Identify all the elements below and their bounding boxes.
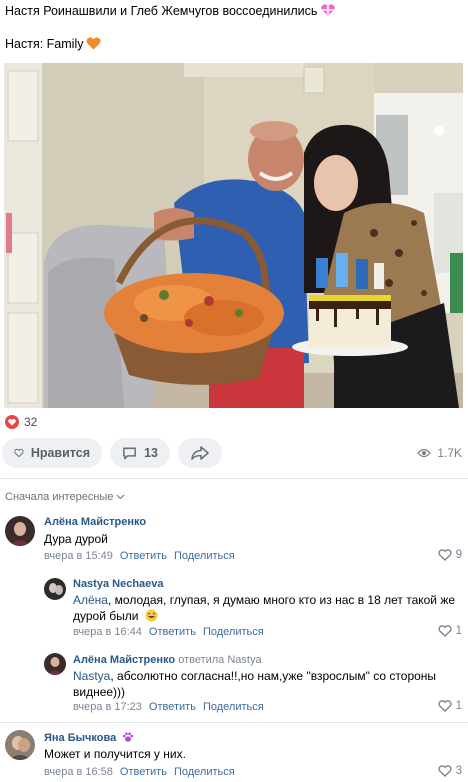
comment-text-line1: , молодая, глупая, я думаю много кто из … <box>107 593 456 607</box>
reply-link[interactable]: Ответить <box>149 626 196 638</box>
orange-heart-icon <box>86 37 101 53</box>
comment-like-count: 1 <box>455 700 462 712</box>
share-icon <box>191 446 209 460</box>
comment-meta: вчера в 17:23 Ответить Поделиться <box>73 701 264 713</box>
post-text-line1: Настя Роинашвили и Глеб Жемчугов воссоед… <box>5 4 336 20</box>
heart-filled-icon <box>5 415 19 429</box>
avatar[interactable] <box>5 516 35 546</box>
chevron-down-icon <box>116 494 125 500</box>
post-photo[interactable] <box>4 63 463 408</box>
avatar[interactable] <box>5 730 35 760</box>
sort-label: Сначала интересные <box>5 491 114 503</box>
post-actions: Нравится 13 <box>2 438 222 468</box>
comment-like-count: 3 <box>455 765 462 777</box>
comments-sort-dropdown[interactable]: Сначала интересные <box>5 491 125 503</box>
like-label: Нравится <box>30 446 90 460</box>
comment-like-count: 1 <box>455 625 462 637</box>
comment-mention[interactable]: Алёна <box>73 593 108 607</box>
comment-text: Может и получится у них. <box>44 747 186 761</box>
comment-author-name[interactable]: Яна Бычкова <box>44 732 116 744</box>
comment-time: вчера в 16:44 <box>73 626 142 638</box>
comment-time: вчера в 15:49 <box>44 550 113 562</box>
comment-text-line1: , абсолютно согласна!!,но нам,уже "взрос… <box>110 669 437 683</box>
comment-like-button[interactable]: 1 <box>438 700 462 712</box>
comment-author[interactable]: Алёна Майстренко ответила Nastya <box>73 654 262 666</box>
gift-heart-icon <box>320 4 336 20</box>
avatar[interactable] <box>44 578 66 600</box>
likes-summary[interactable]: 32 <box>5 415 37 429</box>
comment-meta: вчера в 16:58 Ответить Поделиться <box>44 766 235 778</box>
comment-text: Nastya, абсолютно согласна!!,но нам,уже … <box>73 668 459 700</box>
comment-author[interactable]: Алёна Майстренко <box>44 516 146 528</box>
comment-author-name[interactable]: Алёна Майстренко <box>73 654 175 666</box>
comment-text-line2: дурой были <box>73 609 139 623</box>
views-count: 1.7K <box>437 446 462 460</box>
post-text-line2: Настя: Family <box>5 37 101 53</box>
comment-like-button[interactable]: 1 <box>438 625 462 637</box>
comment-icon <box>123 447 136 459</box>
share-button[interactable] <box>178 438 222 468</box>
comment-text: Дура дурой <box>44 532 108 546</box>
share-link[interactable]: Поделиться <box>203 626 264 638</box>
heart-outline-icon <box>438 625 452 637</box>
comment-meta: вчера в 15:49 Ответить Поделиться <box>44 550 235 562</box>
divider <box>0 478 468 479</box>
comment-author[interactable]: Яна Бычкова <box>44 731 134 746</box>
comment-like-count: 9 <box>455 549 462 561</box>
avatar[interactable] <box>44 653 66 675</box>
paw-icon <box>122 731 134 746</box>
like-button[interactable]: Нравится <box>2 438 102 468</box>
heart-outline-icon <box>438 765 452 777</box>
comment-count: 13 <box>144 446 158 460</box>
heart-outline-icon <box>14 448 24 458</box>
reply-link[interactable]: Ответить <box>149 701 196 713</box>
comment-author[interactable]: Nastya Nechaeva <box>73 578 164 590</box>
comment-time: вчера в 17:23 <box>73 701 142 713</box>
comment-meta: вчера в 16:44 Ответить Поделиться <box>73 626 264 638</box>
reply-link[interactable]: Ответить <box>120 766 167 778</box>
comment-time: вчера в 16:58 <box>44 766 113 778</box>
comment-mention[interactable]: Nastya <box>73 669 110 683</box>
share-link[interactable]: Поделиться <box>174 550 235 562</box>
heart-outline-icon <box>438 700 452 712</box>
reply-link[interactable]: Ответить <box>120 550 167 562</box>
comment-like-button[interactable]: 9 <box>438 549 462 561</box>
comment-like-button[interactable]: 3 <box>438 765 462 777</box>
eye-icon <box>417 448 432 458</box>
share-link[interactable]: Поделиться <box>203 701 264 713</box>
views-counter: 1.7K <box>417 446 462 460</box>
replied-to[interactable]: ответила Nastya <box>178 654 261 666</box>
post-line2-text: Настя: Family <box>5 37 84 51</box>
comment-text: Алёна, молодая, глупая, я думаю много кт… <box>73 592 459 626</box>
comment-button[interactable]: 13 <box>110 438 170 468</box>
share-link[interactable]: Поделиться <box>174 766 235 778</box>
laughing-face-icon <box>145 609 158 626</box>
likes-count: 32 <box>24 415 38 429</box>
divider <box>0 722 468 723</box>
post-line1-text: Настя Роинашвили и Глеб Жемчугов воссоед… <box>5 4 318 18</box>
heart-outline-icon <box>438 549 452 561</box>
comment-text-line2: виднее))) <box>73 685 126 699</box>
